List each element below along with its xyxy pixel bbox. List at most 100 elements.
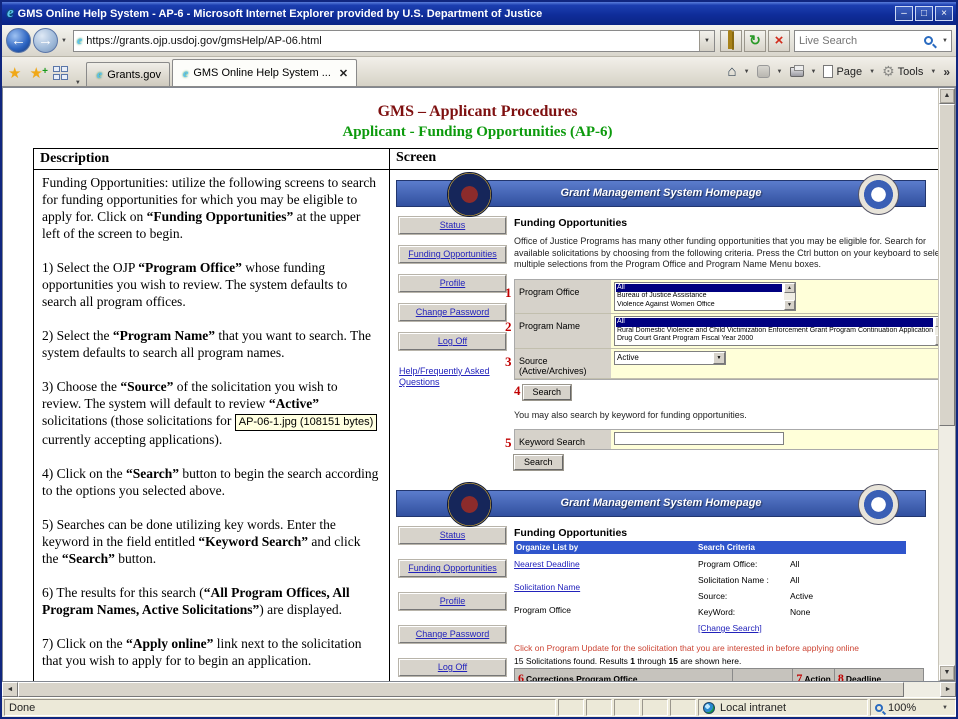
funding-opportunities-heading: Funding Opportunities [514,217,943,229]
listbox-option[interactable]: Bureau of Justice Assistance [616,292,782,301]
search-icon[interactable] [924,36,933,45]
restore-button[interactable]: □ [915,6,933,21]
security-lock-button[interactable] [720,30,742,52]
scroll-down-icon[interactable]: ▼ [784,300,795,310]
scroll-left-icon[interactable]: ◄ [2,682,18,697]
change-search-link[interactable]: [Change Search] [698,623,762,633]
add-favorite-icon[interactable]: ★ [25,64,46,86]
history-dropdown-icon[interactable]: ▼ [58,38,70,44]
listbox-option[interactable]: All [616,318,933,327]
screen-column-header: Screen [390,149,939,170]
organize-header-bar: Organize List by Search Criteria [514,541,906,554]
sidebar-item-change-password[interactable]: Change Password [399,304,506,321]
address-field[interactable]: e https://grants.ojp.usdoj.gov/gmsHelp/A… [73,30,715,52]
horizontal-scroll-thumb[interactable] [18,682,904,697]
ojp-seal-icon [858,484,899,525]
tab-label: GMS Online Help System ... [193,67,331,79]
sidebar-item-profile[interactable]: Profile [399,275,506,292]
annotation-3: 3 [505,354,512,370]
stop-icon: × [775,32,784,49]
sidebar-item-change-password[interactable]: Change Password [399,626,506,643]
tab-favicon: e [183,66,188,81]
zoom-dropdown-icon[interactable]: ▼ [939,705,951,711]
status-pane [614,699,640,716]
scroll-up-icon[interactable]: ▲ [939,88,955,104]
sidebar-item-status[interactable]: Status [399,217,506,234]
tools-menu-button[interactable]: ⚙ Tools [878,61,927,82]
program-name-listbox[interactable]: All Rural Domestic Violence and Child Vi… [614,316,943,346]
page-title: GMS – Applicant Procedures [12,103,943,121]
description-paragraph: 2) Select the “Program Name” that you wa… [42,327,380,361]
print-button[interactable] [786,65,808,79]
url-text[interactable]: https://grants.ojp.usdoj.gov/gmsHelp/AP-… [86,35,699,47]
feeds-button[interactable] [753,63,774,80]
description-column-header: Description [34,149,390,170]
scroll-down-icon[interactable]: ▼ [939,665,955,681]
annotation-7: 7 [796,671,802,681]
tab-list-dropdown-icon[interactable]: ▼ [72,80,84,86]
program-office-listbox[interactable]: All Bureau of Justice Assistance Violenc… [614,282,796,312]
group-header: Corrections Program Office [526,674,637,681]
favorites-icon[interactable]: ★ [4,64,25,86]
quick-tabs-icon[interactable] [53,66,69,80]
status-text: Done [4,699,556,716]
sidebar-item-funding-opportunities[interactable]: Funding Opportunities [399,560,506,577]
scroll-up-icon[interactable]: ▲ [784,283,795,293]
zoom-control[interactable]: 100% ▼ [870,699,956,716]
help-faq-link[interactable]: Help/Frequently Asked Questions [399,366,499,388]
page-dropdown-icon[interactable]: ▼ [866,69,878,75]
source-dropdown[interactable]: Active ▼ [614,351,726,365]
keyword-search-button[interactable]: Search [514,455,563,470]
program-update-note: Click on Program Update for the solicita… [514,643,924,653]
description-paragraph: 4) Click on the “Search” button to begin… [42,465,380,499]
vertical-scroll-thumb[interactable] [939,104,955,426]
listbox-option[interactable]: Drug Court Grant Program Fiscal Year 200… [616,335,933,344]
sidebar-item-log-off[interactable]: Log Off [399,659,506,676]
sidebar-item-funding-opportunities[interactable]: Funding Opportunities [399,246,506,263]
security-zone-pane: Local intranet [698,699,868,716]
tab-grants-gov[interactable]: e Grants.gov [86,62,170,86]
keyword-note: You may also search by keyword for fundi… [514,410,943,422]
description-paragraph: 7) Click on the “Apply online” link next… [42,635,380,669]
page-menu-button[interactable]: Page [819,63,866,80]
dropdown-arrow-icon[interactable]: ▼ [713,352,725,364]
tab-close-icon[interactable]: ✕ [339,67,348,80]
tab-gms-help[interactable]: e GMS Online Help System ... ✕ [172,59,357,86]
sidebar-item-log-off[interactable]: Log Off [399,333,506,350]
vertical-scrollbar[interactable]: ▲ ▼ [938,88,955,681]
listbox-option[interactable]: Violence Against Women Office [616,301,782,310]
address-dropdown-icon[interactable]: ▼ [699,31,714,51]
sidebar-item-profile[interactable]: Profile [399,593,506,610]
forward-button[interactable]: → [33,28,58,53]
source-label: Source (Active/Archives) [515,349,611,378]
home-dropdown-icon[interactable]: ▼ [741,69,753,75]
stop-button[interactable]: × [768,30,790,52]
tools-menu-label: Tools [898,66,924,78]
close-button[interactable]: × [935,6,953,21]
back-button[interactable]: ← [6,28,31,53]
minimize-button[interactable]: – [895,6,913,21]
solicitation-name-link[interactable]: Solicitation Name [514,582,580,592]
horizontal-scrollbar[interactable]: ◄ ► [2,682,956,697]
listbox-option[interactable]: All [616,284,782,293]
refresh-button[interactable]: ↻ [744,30,766,52]
keyword-search-input[interactable] [614,432,784,445]
search-dropdown-icon[interactable]: ▼ [939,38,951,44]
status-pane [642,699,668,716]
live-search-box[interactable]: ▼ [794,30,952,52]
description-paragraph: 6) The results for this search (“All Pro… [42,584,380,618]
print-dropdown-icon[interactable]: ▼ [808,69,820,75]
overflow-chevron-icon[interactable]: » [939,65,954,79]
status-pane [558,699,584,716]
search-input[interactable] [795,35,924,47]
status-pane [670,699,696,716]
tab-toolbar: ★ ★ ▼ e Grants.gov e GMS Online Help Sys… [2,57,956,87]
listbox-option[interactable]: Rural Domestic Violence and Child Victim… [616,327,933,336]
scroll-right-icon[interactable]: ► [940,682,956,697]
nearest-deadline-link[interactable]: Nearest Deadline [514,559,580,569]
sidebar-item-status[interactable]: Status [399,527,506,544]
tools-dropdown-icon[interactable]: ▼ [927,69,939,75]
search-button[interactable]: Search [523,385,572,400]
feeds-dropdown-icon[interactable]: ▼ [774,69,786,75]
home-button[interactable]: ⌂ [724,61,741,82]
